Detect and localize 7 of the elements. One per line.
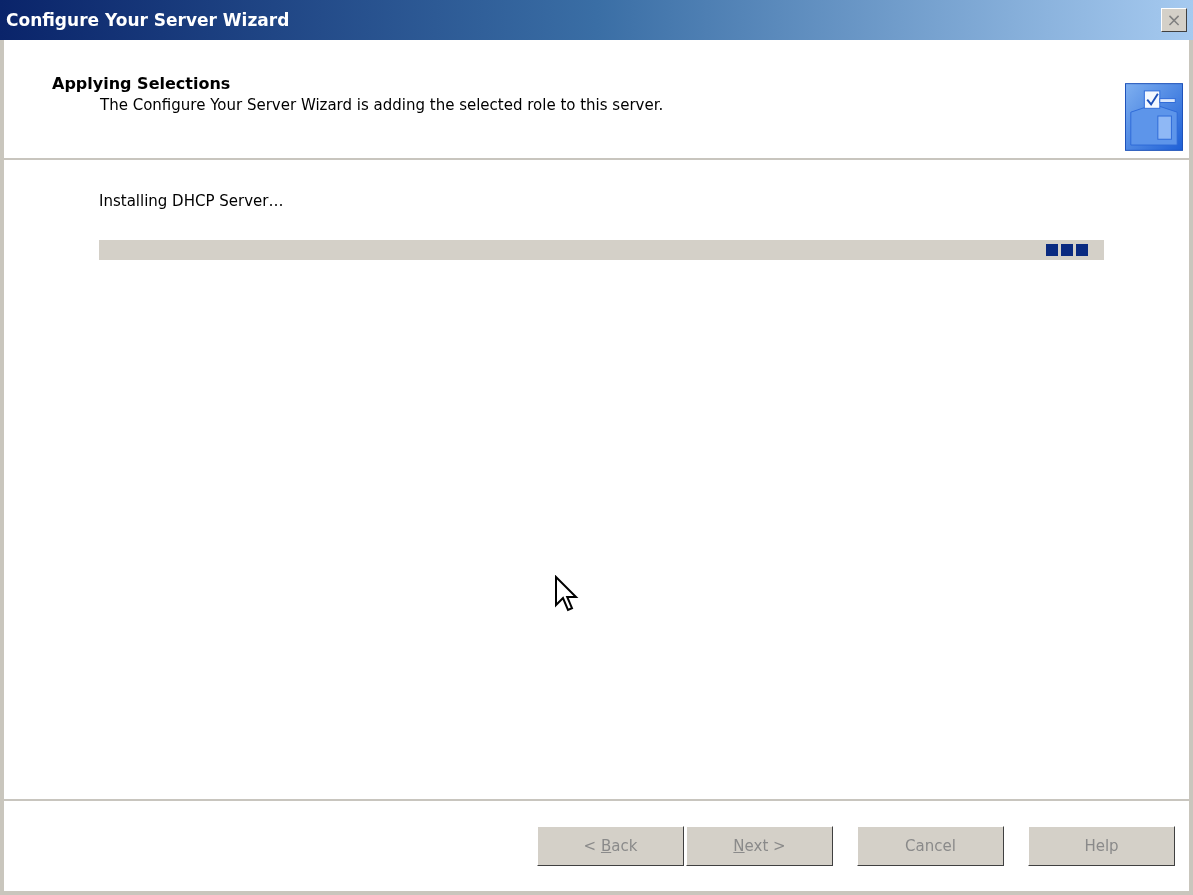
checklist-server-icon [1125,83,1183,151]
page-subtitle: The Configure Your Server Wizard is adding the selected role to this server. [99,96,664,114]
window-title: Configure Your Server Wizard [6,10,290,30]
status-text: Installing DHCP Server… [99,192,285,210]
page-title: Applying Selections [52,74,232,93]
mouse-pointer-icon [554,575,580,613]
close-button[interactable]: × [1161,8,1187,32]
